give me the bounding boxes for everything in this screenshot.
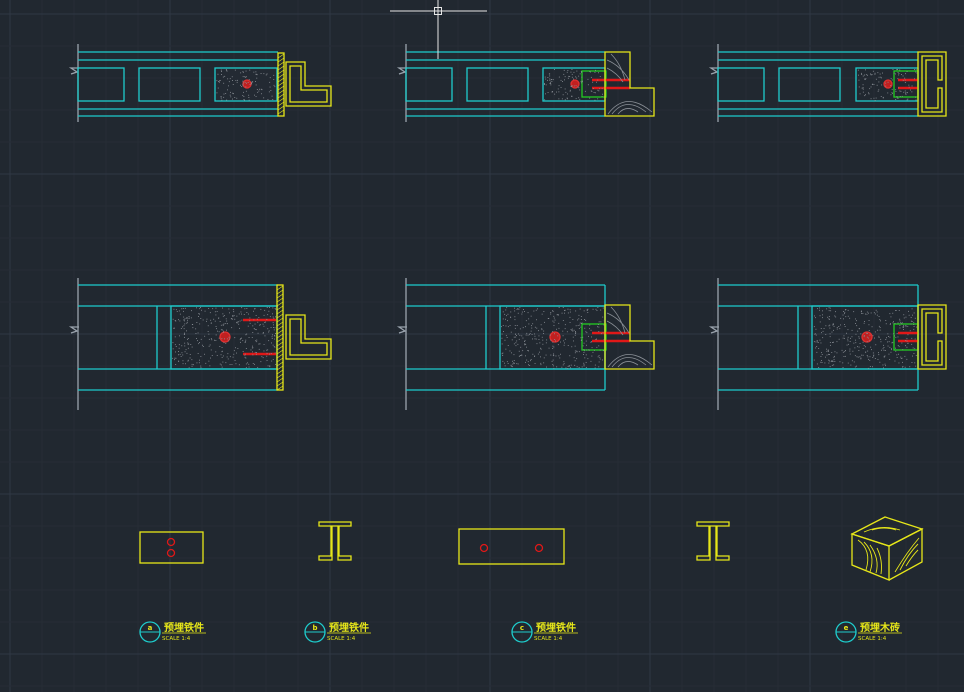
detail-title: 预埋木砖 <box>860 621 900 634</box>
detail-part-b-channel <box>318 521 352 561</box>
crosshair-cursor-icon <box>390 0 487 59</box>
detail-title: 预埋铁件 <box>164 621 204 634</box>
detail-bubble-letter: a <box>148 624 153 632</box>
detail-label: e 预埋木砖 SCALE 1:4 <box>835 621 902 643</box>
cad-drawing-canvas[interactable]: a 预埋铁件 SCALE 1:4 b 预埋铁件 SCALE 1:4 c 预埋铁件 SCALE 1… <box>0 0 964 692</box>
detail-bubble-letter: b <box>312 624 317 632</box>
detail-bubble-letter: c <box>520 624 524 632</box>
detail-bubble-letter: e <box>844 624 849 632</box>
detail-part-c-plate <box>458 528 565 565</box>
detail-title: 预埋铁件 <box>329 621 369 634</box>
detail-label: b 预埋铁件 SCALE 1:4 <box>304 621 371 643</box>
detail-labels: a 预埋铁件 SCALE 1:4 b 预埋铁件 SCALE 1:4 c 预埋铁件 SCALE 1… <box>139 621 902 643</box>
detail-part-d-channel <box>696 521 730 561</box>
detail-scale: SCALE 1:4 <box>534 636 563 642</box>
detail-scale: SCALE 1:4 <box>327 636 356 642</box>
background-grid <box>0 0 964 692</box>
detail-title: 预埋铁件 <box>536 621 576 634</box>
section-2b <box>396 278 655 410</box>
detail-label: a 预埋铁件 SCALE 1:4 <box>139 621 206 643</box>
section-2a <box>68 278 332 410</box>
plate-hatch <box>277 53 285 115</box>
detail-scale: SCALE 1:4 <box>858 636 887 642</box>
detail-scale: SCALE 1:4 <box>162 636 191 642</box>
